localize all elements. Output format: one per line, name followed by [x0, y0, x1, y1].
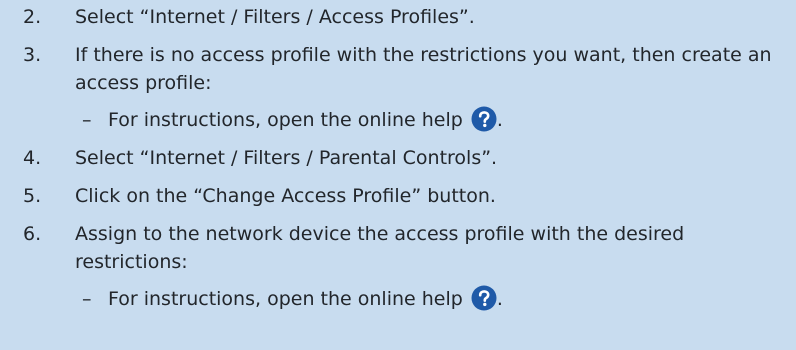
step-body: Assign to the network device the access … — [75, 220, 776, 313]
sub-item: – For instructions, open the online help… — [75, 106, 776, 134]
step-2: 2. Select “Internet / Filters / Access P… — [23, 3, 776, 31]
step-text: Click on the “Change Access Profile” but… — [75, 185, 496, 207]
step-4: 4. Select “Internet / Filters / Parental… — [23, 144, 776, 172]
instructions-page: 2. Select “Internet / Filters / Access P… — [0, 0, 796, 350]
step-text: Select “Internet / Filters / Parental Co… — [75, 147, 498, 169]
step-number: 6. — [23, 223, 42, 245]
sub-item-text: For instructions, open the online help . — [108, 106, 503, 134]
step-text: Assign to the network device the access … — [75, 223, 685, 273]
step-text: Select “Internet / Filters / Access Prof… — [75, 6, 475, 28]
dash-bullet: – — [82, 288, 92, 310]
sub-item-label: For instructions, open the online help — [108, 109, 463, 131]
sub-item-period: . — [496, 109, 503, 131]
step-number: 4. — [23, 147, 42, 169]
step-text: If there is no access profile with the r… — [75, 44, 772, 94]
sub-item: – For instructions, open the online help… — [75, 285, 776, 313]
step-3: 3. If there is no access profile with th… — [23, 41, 776, 134]
help-icon[interactable] — [471, 285, 497, 311]
help-icon[interactable] — [471, 106, 497, 132]
sub-item-text: For instructions, open the online help . — [108, 285, 503, 313]
dash-bullet: – — [82, 109, 92, 131]
sub-item-period: . — [496, 288, 503, 310]
step-number: 5. — [23, 185, 42, 207]
sub-item-label: For instructions, open the online help — [108, 288, 463, 310]
step-6: 6. Assign to the network device the acce… — [23, 220, 776, 313]
step-number: 3. — [23, 44, 42, 66]
step-5: 5. Click on the “Change Access Profile” … — [23, 182, 776, 210]
step-body: If there is no access profile with the r… — [75, 41, 776, 134]
step-number: 2. — [23, 6, 42, 28]
